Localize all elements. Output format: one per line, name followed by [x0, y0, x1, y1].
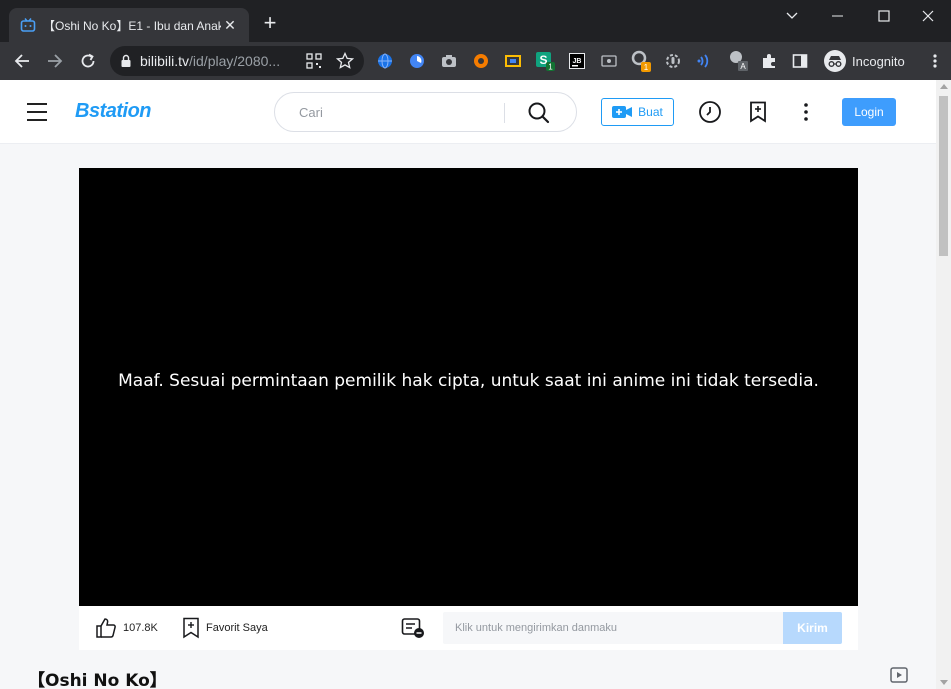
more-menu-icon[interactable]: [925, 51, 945, 71]
danmaku-toggle-icon[interactable]: [401, 617, 425, 639]
favorite-label: Favorit Saya: [206, 622, 268, 634]
url-text: bilibili.tv/id/play/2080...: [140, 53, 280, 69]
url-path: /id/play/2080...: [189, 53, 281, 69]
thumbs-up-icon: [96, 618, 116, 638]
video-player[interactable]: Maaf. Sesuai permintaan pemilik hak cipt…: [79, 168, 858, 606]
hamburger-menu-icon[interactable]: [27, 103, 47, 121]
bstation-logo[interactable]: Bstation: [75, 100, 152, 123]
wireless-icon[interactable]: [695, 51, 715, 71]
incognito-label: Incognito: [852, 53, 905, 69]
translate-icon[interactable]: A: [729, 51, 749, 71]
danmaku-input[interactable]: Klik untuk mengirimkan danmaku: [443, 612, 783, 644]
bookmark-plus-icon: [183, 617, 199, 639]
bilibili-favicon-icon: [19, 16, 37, 34]
svg-text:1: 1: [548, 63, 553, 72]
browser-toolbar: bilibili.tv/id/play/2080... S1 JB 1 A In…: [0, 42, 951, 80]
magnifier-badge-icon[interactable]: 1: [631, 50, 651, 72]
qr-code-icon[interactable]: [306, 53, 322, 69]
spiral-icon[interactable]: [407, 51, 427, 71]
watchlist-bookmark-icon[interactable]: [746, 100, 770, 124]
svg-text:A: A: [740, 62, 746, 71]
back-arrow-icon[interactable]: [10, 49, 34, 73]
incognito-icon: [824, 50, 846, 72]
bookmark-star-icon[interactable]: [335, 51, 355, 70]
site-header: Bstation Cari Buat Login: [0, 80, 936, 144]
video-list-icon[interactable]: [890, 667, 910, 685]
lifebuoy-icon[interactable]: [471, 51, 491, 71]
search-divider: [504, 103, 505, 123]
tab-search-icon[interactable]: [769, 0, 815, 32]
jb-icon[interactable]: JB: [567, 51, 587, 71]
url-host: bilibili.tv: [140, 53, 190, 69]
browser-tab-strip: 【Oshi No Ko】E1 - Ibu dan Anak ✕ +: [0, 0, 951, 42]
search-box[interactable]: Cari: [274, 92, 577, 132]
danmaku-placeholder: Klik untuk mengirimkan danmaku: [455, 622, 618, 634]
gear-mic-icon[interactable]: [663, 51, 683, 71]
side-panel-icon[interactable]: [790, 51, 810, 71]
svg-text:JB: JB: [573, 58, 582, 65]
screen-capture-icon[interactable]: [503, 51, 523, 71]
card-icon[interactable]: [599, 51, 619, 71]
scroll-thumb[interactable]: [939, 96, 948, 256]
create-label: Buat: [638, 105, 663, 119]
s-badge-icon[interactable]: S1: [535, 51, 555, 71]
like-count: 107.8K: [123, 622, 158, 634]
scroll-down-icon[interactable]: [940, 680, 948, 685]
svg-text:1: 1: [644, 63, 649, 72]
new-tab-icon[interactable]: +: [258, 12, 282, 36]
page-viewport: Bstation Cari Buat Login Maaf. Sesuai pe…: [0, 80, 936, 689]
create-button[interactable]: Buat: [601, 98, 674, 126]
login-button[interactable]: Login: [842, 98, 896, 126]
incognito-profile-button[interactable]: Incognito: [820, 48, 915, 74]
history-clock-icon[interactable]: [698, 100, 722, 124]
tab-title: 【Oshi No Ko】E1 - Ibu dan Anak: [43, 18, 221, 33]
more-options-icon[interactable]: [794, 100, 818, 124]
page-scrollbar[interactable]: [936, 80, 951, 689]
camera-icon[interactable]: [439, 51, 459, 71]
send-danmaku-button[interactable]: Kirim: [783, 612, 842, 644]
like-button[interactable]: 107.8K: [95, 617, 158, 639]
globe-icon[interactable]: [375, 51, 395, 71]
video-action-bar: 107.8K Favorit Saya Klik untuk mengirimk…: [79, 606, 858, 650]
scroll-up-icon[interactable]: [940, 84, 948, 89]
video-plus-icon: [612, 106, 633, 118]
tab-close-icon[interactable]: ✕: [221, 17, 239, 34]
reload-icon[interactable]: [76, 49, 100, 73]
search-icon[interactable]: [527, 101, 551, 125]
episode-title: 【Oshi No Ko】: [28, 671, 167, 689]
close-window-icon[interactable]: [905, 0, 951, 32]
unavailable-message: Maaf. Sesuai permintaan pemilik hak cipt…: [118, 371, 819, 391]
minimize-icon[interactable]: [815, 0, 861, 32]
maximize-icon[interactable]: [861, 0, 907, 32]
browser-tab[interactable]: 【Oshi No Ko】E1 - Ibu dan Anak ✕: [9, 8, 249, 42]
address-bar[interactable]: bilibili.tv/id/play/2080...: [110, 46, 364, 76]
favorite-button[interactable]: Favorit Saya: [182, 617, 268, 639]
lock-icon: [121, 54, 131, 67]
puzzle-icon[interactable]: [759, 51, 779, 71]
search-input[interactable]: Cari: [299, 105, 323, 120]
forward-arrow-icon[interactable]: [43, 49, 67, 73]
